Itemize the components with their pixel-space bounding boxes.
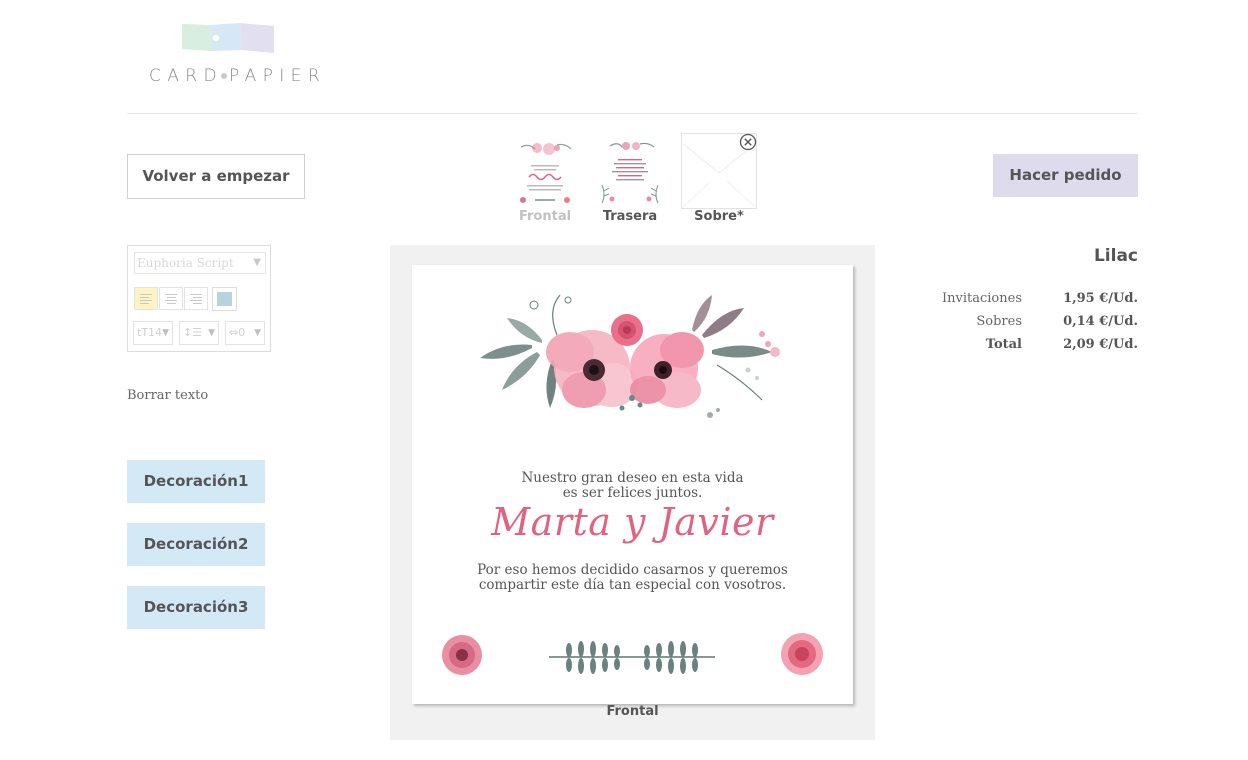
price-row-invitations: Invitaciones 1,95 €/Ud.	[900, 291, 1138, 309]
view-thumb-back[interactable]: Trasera	[592, 133, 668, 229]
leaf-sprig-decoration[interactable]	[547, 637, 717, 677]
price-label: Invitaciones	[942, 291, 1022, 306]
text-color-picker[interactable]	[212, 287, 237, 311]
remove-envelope-close-icon[interactable]	[739, 133, 757, 151]
place-order-button[interactable]: Hacer pedido	[993, 154, 1138, 197]
text-color-swatch	[217, 292, 232, 306]
card-couple-names[interactable]: Marta y Javier	[412, 500, 853, 544]
price-row-envelopes: Sobres 0,14 €/Ud.	[900, 314, 1138, 332]
chevron-down-icon: ▼	[208, 328, 215, 338]
header-divider	[127, 113, 1138, 114]
rose-decoration-right[interactable]	[780, 631, 824, 677]
view-thumb-front[interactable]: Frontal	[507, 133, 583, 229]
letter-spacing-icon: ⇔	[229, 326, 239, 339]
decoration-3-button[interactable]: Decoración3	[127, 586, 265, 629]
line-height-select[interactable]: ↕☰ ▼	[179, 321, 219, 345]
font-family-value: Euphoria Script	[137, 256, 234, 270]
align-center-button[interactable]	[159, 287, 183, 310]
card-intro-text[interactable]: Nuestro gran deseo en esta vida es ser f…	[412, 471, 853, 501]
price-label: Total	[985, 337, 1022, 352]
floral-bouquet-decoration[interactable]	[472, 290, 792, 425]
logo-wordmark: CARD PAPIER	[149, 66, 327, 86]
chevron-down-icon: ▼	[253, 257, 261, 268]
font-family-select[interactable]: Euphoria Script ▼	[134, 252, 266, 274]
card-body-line-2: compartir este día tan especial con voso…	[478, 577, 787, 593]
brand-logo[interactable]: CARD PAPIER	[149, 22, 320, 88]
price-value: 2,09 €/Ud.	[1063, 337, 1138, 352]
restart-button[interactable]: Volver a empezar	[127, 154, 305, 199]
letter-spacing-select[interactable]: ⇔0 ▼	[225, 321, 265, 345]
font-size-select[interactable]: tT14 ▼	[133, 321, 173, 345]
product-name: Lilac	[1093, 246, 1138, 266]
view-label-back: Trasera	[602, 209, 658, 224]
canvas-side-label: Frontal	[606, 704, 659, 719]
align-right-button[interactable]	[184, 287, 208, 310]
font-size-value: 14	[148, 326, 163, 339]
logo-mark-icon	[182, 23, 274, 53]
rose-decoration-left[interactable]	[440, 633, 484, 677]
view-label-envelope: Sobre*	[694, 209, 744, 224]
price-row-total: Total 2,09 €/Ud.	[900, 337, 1138, 355]
card-intro-line-2: es ser felices juntos.	[562, 485, 703, 501]
price-value: 1,95 €/Ud.	[1063, 291, 1138, 306]
font-size-icon: tT	[137, 326, 149, 339]
align-left-button[interactable]	[134, 287, 158, 310]
card-body-line-1: Por eso hemos decidido casarnos y querem…	[477, 562, 788, 578]
back-preview-thumbnail	[592, 133, 668, 209]
clear-text-link[interactable]: Borrar texto	[127, 388, 208, 403]
line-height-value: ☰	[192, 326, 203, 339]
front-preview-thumbnail	[507, 133, 583, 209]
decoration-1-button[interactable]: Decoración1	[127, 460, 265, 503]
decoration-2-button[interactable]: Decoración2	[127, 523, 265, 566]
text-format-toolbox: Euphoria Script ▼ tT14 ▼ ↕☰ ▼ ⇔0 ▼	[127, 245, 271, 352]
line-height-icon: ↕	[183, 326, 193, 339]
chevron-down-icon: ▼	[162, 328, 169, 338]
price-value: 0,14 €/Ud.	[1063, 314, 1138, 329]
price-label: Sobres	[976, 314, 1022, 329]
chevron-down-icon: ▼	[254, 328, 261, 338]
card-intro-line-1: Nuestro gran deseo en esta vida	[521, 470, 744, 486]
card-body-text[interactable]: Por eso hemos decidido casarnos y querem…	[412, 563, 853, 593]
view-label-front: Frontal	[518, 209, 572, 224]
letter-spacing-value: 0	[238, 326, 246, 339]
